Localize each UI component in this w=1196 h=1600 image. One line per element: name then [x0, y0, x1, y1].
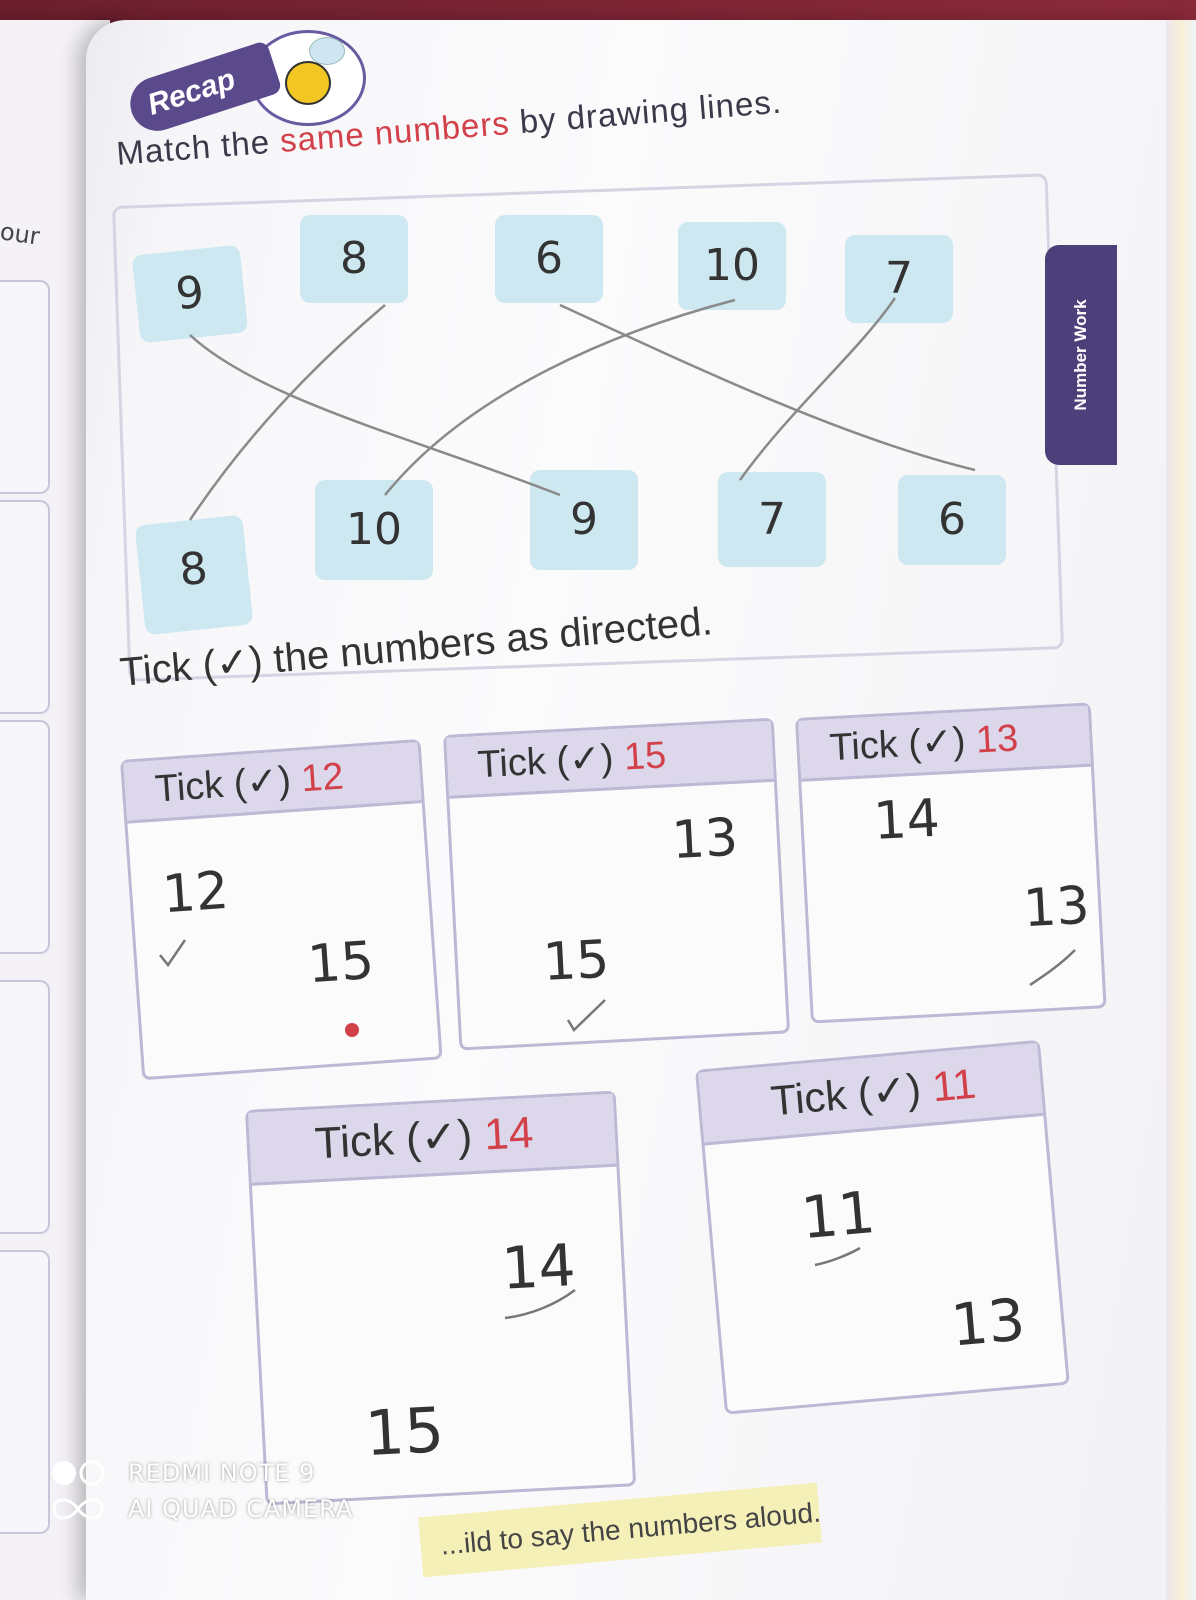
- handwritten-ticks: [159, 939, 1076, 1320]
- check-mark-icon: [1029, 949, 1076, 987]
- camera-watermark: REDMI NOTE 9 AI QUAD CAMERA: [50, 1455, 353, 1527]
- watermark-line2: AI QUAD CAMERA: [128, 1495, 354, 1523]
- check-mark-icon: [159, 939, 187, 968]
- red-smudge-icon: [345, 1023, 359, 1037]
- camera-dots-icon: [52, 1460, 105, 1486]
- check-mark-icon: [504, 1288, 576, 1320]
- infinity-icon: [52, 1498, 104, 1520]
- watermark-line1: REDMI NOTE 9: [128, 1459, 316, 1487]
- number-work-tab: Number Work: [1045, 245, 1117, 465]
- check-mark-icon: [566, 999, 606, 1032]
- check-mark-icon: [814, 1246, 861, 1267]
- side-tab-label: Number Work: [1071, 299, 1090, 411]
